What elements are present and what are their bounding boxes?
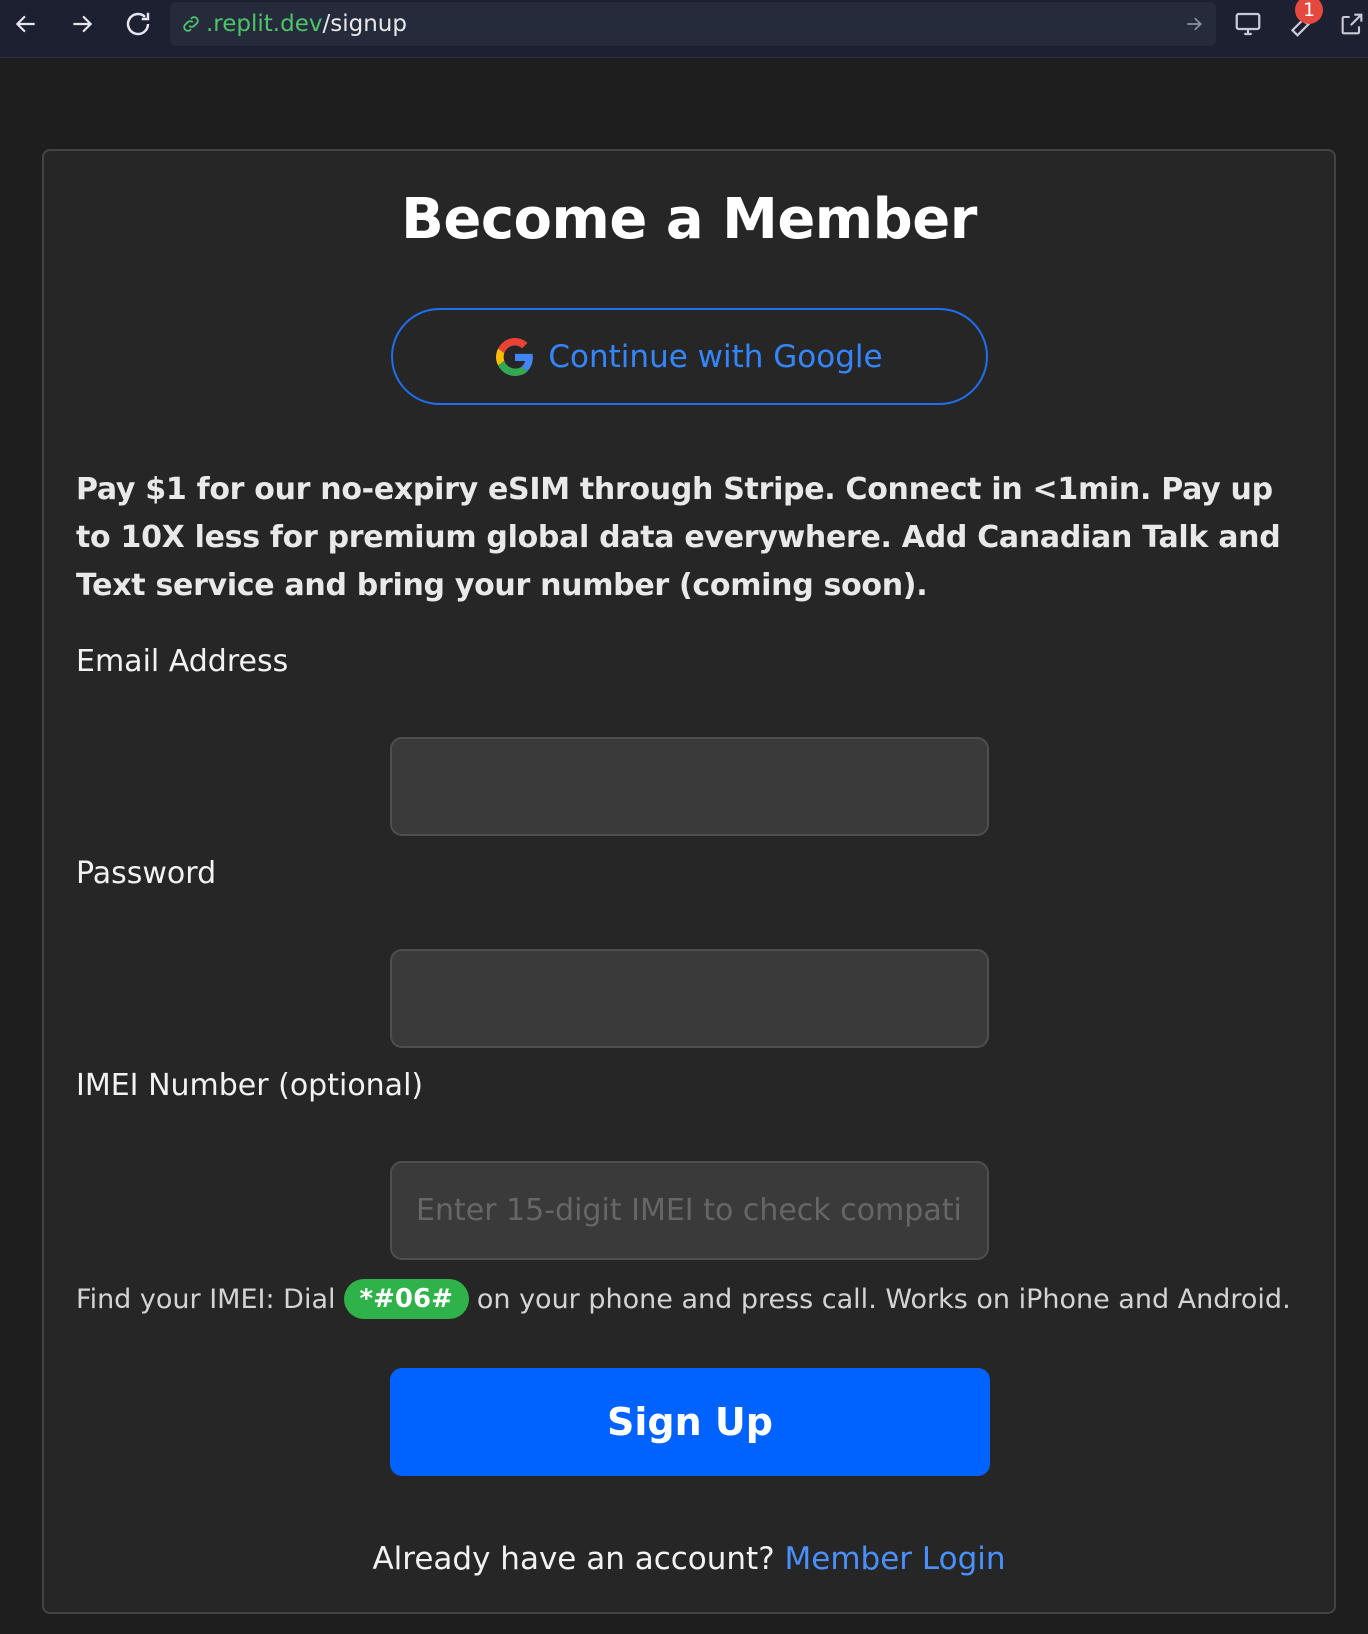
imei-hint: Find your IMEI: Dial *#06# on your phone… xyxy=(76,1279,1291,1319)
external-link-icon[interactable] xyxy=(1334,6,1368,42)
back-arrow-icon[interactable] xyxy=(6,4,46,44)
continue-with-google-button[interactable]: Continue with Google xyxy=(391,308,988,405)
url-domain: .replit.dev xyxy=(206,11,323,37)
membership-description: Pay $1 for our no-expiry eSIM through St… xyxy=(76,472,1281,603)
password-field[interactable] xyxy=(390,949,989,1048)
go-arrow-icon[interactable] xyxy=(1182,12,1206,36)
imei-label: IMEI Number (optional) xyxy=(76,1068,424,1103)
sign-up-button[interactable]: Sign Up xyxy=(390,1368,990,1476)
login-prompt-text: Already have an account? xyxy=(372,1541,775,1577)
address-bar[interactable]: .replit.dev/signup xyxy=(170,2,1216,46)
google-button-label: Continue with Google xyxy=(548,338,883,375)
notification-badge: 1 xyxy=(1295,0,1323,24)
password-label: Password xyxy=(76,856,217,891)
reload-icon[interactable] xyxy=(118,4,158,44)
signup-card: Become a Member Continue with Google Pay… xyxy=(42,149,1336,1614)
google-icon xyxy=(496,337,534,376)
login-prompt-line: Already have an account? Member Login xyxy=(44,1541,1334,1577)
email-label: Email Address xyxy=(76,644,289,679)
email-field[interactable] xyxy=(390,737,989,836)
url-path: /signup xyxy=(322,11,407,37)
page-title: Become a Member xyxy=(401,187,977,252)
forward-arrow-icon[interactable] xyxy=(62,4,102,44)
imei-field[interactable] xyxy=(390,1161,989,1260)
member-login-link[interactable]: Member Login xyxy=(785,1541,1006,1577)
hint-prefix: Find your IMEI: Dial xyxy=(76,1283,336,1315)
link-icon xyxy=(180,13,202,35)
browser-toolbar: .replit.dev/signup 1 xyxy=(0,0,1368,58)
monitor-icon[interactable] xyxy=(1230,6,1266,42)
imei-code-badge: *#06# xyxy=(343,1279,469,1319)
hint-suffix: on your phone and press call. Works on i… xyxy=(476,1283,1291,1315)
